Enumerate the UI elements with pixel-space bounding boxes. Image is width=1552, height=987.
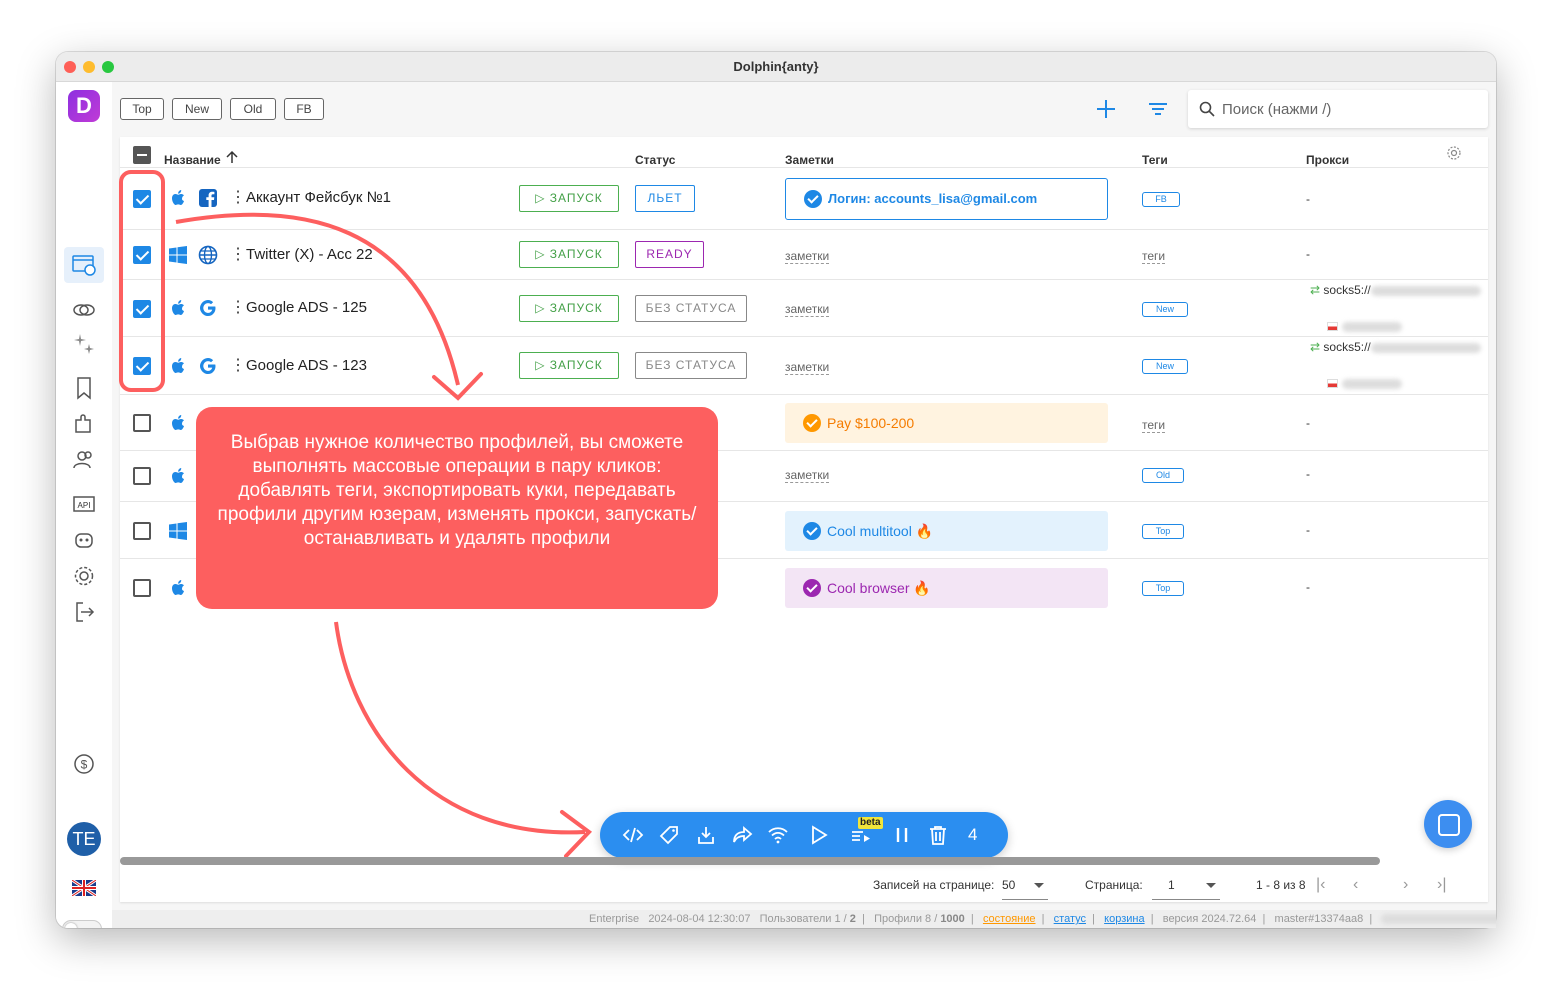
status-link[interactable]: статус [1054, 913, 1086, 925]
plan-name: Enterprise [589, 913, 640, 925]
last-page-icon[interactable]: ›| [1437, 876, 1446, 894]
page-label: Страница: [1085, 878, 1143, 892]
users-count: Пользователи 1 / [759, 913, 847, 925]
annotation-arrow-down [175, 212, 460, 386]
per-page-value: 50 [1002, 878, 1016, 892]
per-page-label: Записей на странице: [873, 878, 995, 892]
per-page-select[interactable]: 50 [1002, 872, 1048, 900]
annotation-arrow-to-bulk-bar [334, 621, 586, 835]
annotation-callout: Выбрав нужное количество профилей, вы см… [196, 407, 718, 609]
bulk-actions-bar: beta 4 [600, 812, 1008, 858]
trash-link[interactable]: корзина [1104, 913, 1144, 925]
users-max: 2 [849, 913, 856, 925]
share-icon[interactable] [731, 824, 753, 846]
page-range: 1 - 8 из 8 [1256, 878, 1306, 892]
first-page-icon[interactable]: |‹ [1316, 876, 1325, 894]
next-page-icon[interactable]: › [1403, 876, 1408, 894]
support-chat-button[interactable] [1424, 800, 1472, 848]
blurred-info [1381, 914, 1496, 925]
trash-icon[interactable] [927, 824, 949, 846]
profiles-max: 1000 [940, 913, 965, 925]
code-icon[interactable] [622, 824, 644, 846]
version-text: версия 2024.72.64 [1162, 913, 1257, 925]
tag-icon[interactable] [658, 824, 680, 846]
prev-page-icon[interactable]: ‹ [1353, 876, 1358, 894]
status-bar: Enterprise 2024-08-04 12:30:07 Пользоват… [112, 910, 1496, 928]
page-select[interactable]: 1 [1152, 872, 1220, 900]
selected-count: 4 [968, 825, 978, 844]
beta-badge: beta [858, 817, 883, 829]
branch-text: master#13374aa8 [1274, 913, 1364, 925]
download-icon[interactable] [695, 824, 717, 846]
selection-highlight-frame [119, 170, 165, 392]
wifi-icon[interactable] [767, 824, 789, 846]
page-value: 1 [1168, 878, 1175, 892]
state-link[interactable]: состояние [983, 913, 1036, 925]
horizontal-scrollbar[interactable] [120, 857, 1380, 865]
status-datetime: 2024-08-04 12:30:07 [648, 913, 751, 925]
pause-icon[interactable] [891, 824, 913, 846]
play-icon[interactable] [808, 824, 830, 846]
profiles-count: Профили 8 / [874, 913, 938, 925]
